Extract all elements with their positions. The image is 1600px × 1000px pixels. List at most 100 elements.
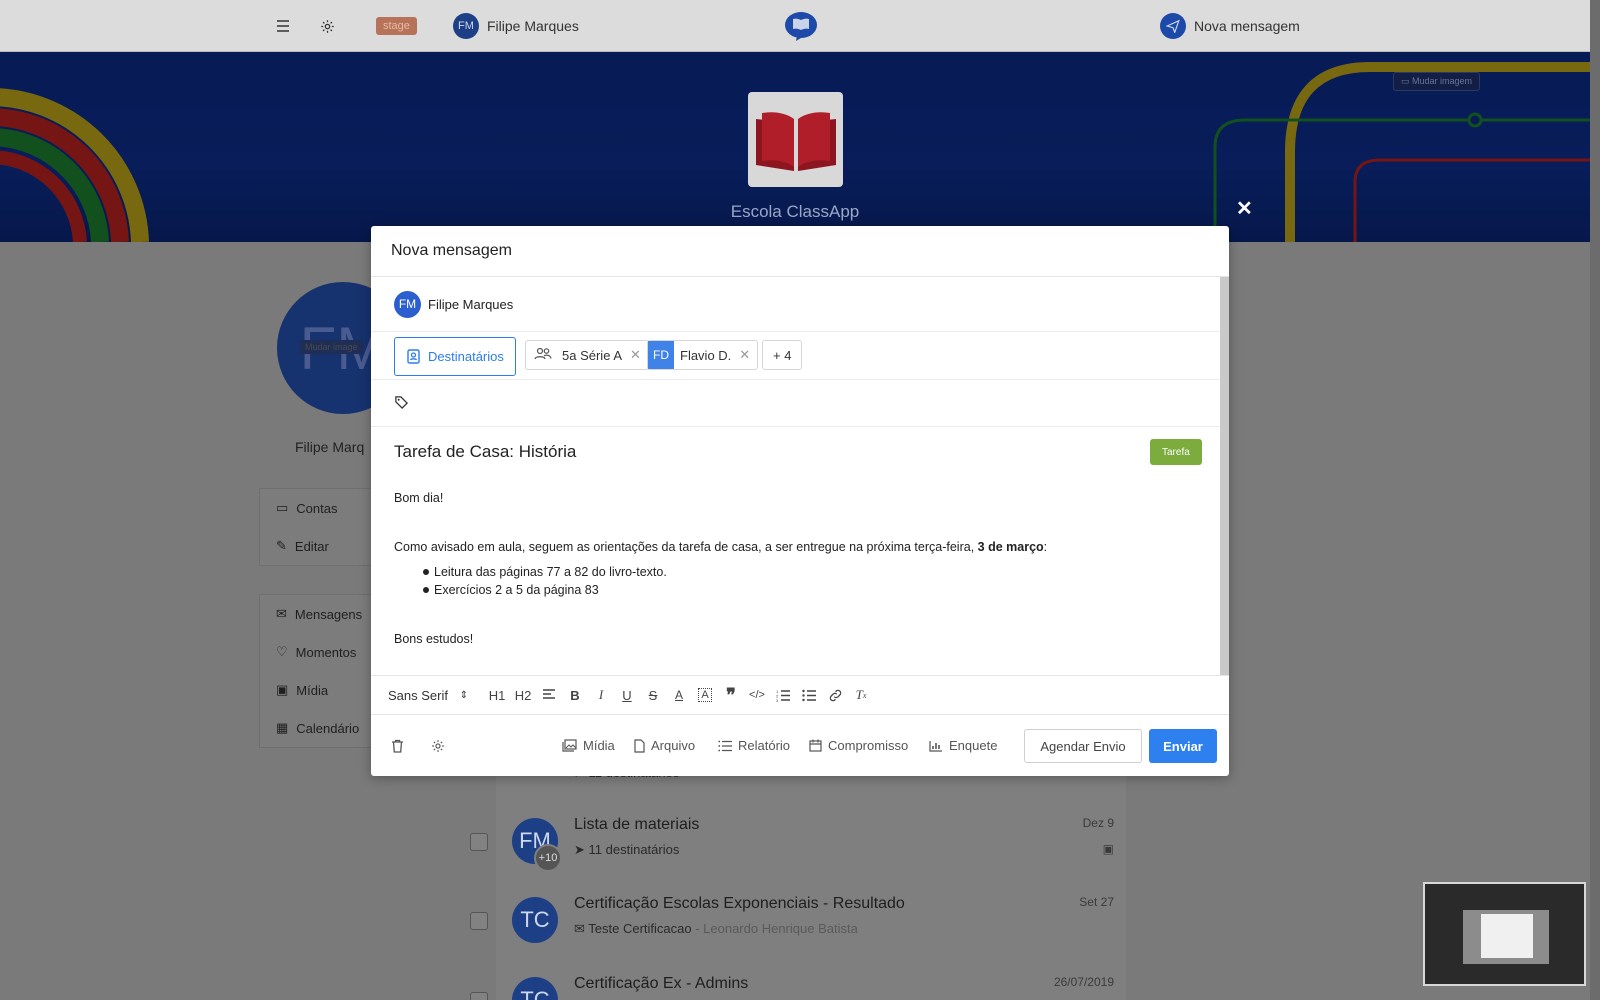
font-select[interactable]: Sans Serif ⇕ [388,688,474,703]
message-date: 26/07/2019 [1053,975,1114,989]
list-item[interactable]: TC Certificação Ex - Admins 26/07/2019 [470,960,1126,1000]
recipients-button-label: Destinatários [428,349,504,364]
file-icon [634,738,645,753]
add-commitment-button[interactable]: Compromisso [809,715,908,776]
menu-icon[interactable] [276,0,290,52]
sender-row[interactable]: FM Filipe Marques [371,277,1220,332]
book-icon [755,111,836,171]
message-checkbox[interactable] [470,912,488,930]
heading2-button[interactable]: H2 [510,682,536,708]
change-banner-image-label: Mudar imagem [1411,76,1472,86]
message-subject[interactable]: Tarefa de Casa: História [394,442,576,462]
new-message-top-button[interactable]: Nova mensagem [1160,0,1300,52]
more-recipients-chip[interactable]: + 4 [762,340,803,370]
text-color-icon[interactable]: A [666,682,692,708]
body-intro-text: Como avisado em aula, seguem as orientaç… [394,540,978,554]
add-poll-button[interactable]: Enquete [929,715,997,776]
recipient-avatar: FD [648,341,674,369]
message-checkbox[interactable] [470,833,488,851]
user-avatar: FM [453,13,479,39]
recipient-chip-person[interactable]: FD Flavio D. ✕ [647,340,759,370]
code-icon[interactable]: </> [744,682,770,708]
bar-chart-icon [929,740,942,752]
sidebar-item-label: Mensagens [294,606,363,622]
send-plane-icon [1160,13,1186,39]
editor-scrollbar[interactable] [1220,277,1229,675]
envelope-icon: ✉ [276,606,287,621]
message-sender: ✉ Teste Certificacao - Leonardo Henrique… [574,921,858,936]
background-color-icon[interactable]: A [692,682,718,708]
add-poll-label: Enquete [949,738,998,753]
remove-chip-icon[interactable]: ✕ [739,347,750,363]
heading1-label: H1 [488,687,506,703]
message-body[interactable]: Bom dia! Como avisado em aula, seguem as… [394,490,1194,647]
top-navbar: stage FM Filipe Marques Nova mensagem [0,0,1600,52]
list-item: Leitura das páginas 77 a 82 do livro-tex… [423,563,1194,581]
calendar-icon [809,739,822,752]
remove-chip-icon[interactable]: ✕ [630,347,641,363]
heading2-label: H2 [514,687,532,703]
current-user-menu[interactable]: FM Filipe Marques [453,0,579,52]
message-checkbox[interactable] [470,992,488,1000]
close-modal-icon[interactable]: ✕ [1236,196,1253,221]
clear-format-icon[interactable]: Tx [848,682,874,708]
message-settings-button[interactable] [431,715,445,776]
send-button[interactable]: Enviar [1149,729,1217,763]
settings-gear-icon[interactable] [320,0,335,52]
delete-button[interactable] [391,715,404,776]
blockquote-icon[interactable]: ❞ [718,682,744,708]
profile-name: Filipe Marq [295,439,365,455]
list-item: Exercícios 2 a 5 da página 83 [423,581,1194,599]
recipient-chip-group[interactable]: 5a Série A ✕ [525,340,649,370]
user-name: Filipe Marques [487,18,579,34]
new-message-modal: Nova mensagem FM Filipe Marques Destinat… [371,226,1229,776]
tags-row[interactable] [371,380,1220,427]
preview-modal [1481,914,1533,958]
screen-preview-thumbnail[interactable] [1423,882,1586,986]
add-file-button[interactable]: Arquivo [634,715,695,776]
italic-icon[interactable]: I [588,682,614,708]
sender-name: Filipe Marques [428,296,514,312]
environment-badge: stage [376,0,417,52]
image-icon: ▣ [1102,842,1114,856]
heart-icon: ♡ [276,644,288,659]
calendar-icon: ▦ [276,720,289,735]
extra-recipients-badge: +10 [534,844,562,872]
label-badge[interactable]: Tarefa [1150,439,1202,465]
message-group: Teste Certificacao [588,921,692,936]
add-media-button[interactable]: Mídia [562,715,615,776]
add-file-label: Arquivo [651,738,696,753]
message-editor: FM Filipe Marques Destinatários 5a Série… [371,277,1229,675]
modal-footer: Mídia Arquivo Relatório Compromisso Enqu… [371,715,1229,776]
sidebar-item-label: Contas [296,500,338,516]
list-item[interactable]: TC Certificação Escolas Exponenciais - R… [470,880,1126,960]
body-intro-bold: 3 de março [977,540,1044,554]
recipient-chip-label: Flavio D. [680,347,732,363]
message-date: Set 27 [1079,895,1114,909]
contact-book-icon [407,349,420,364]
add-report-button[interactable]: Relatório [718,715,790,776]
stage-badge-label: stage [376,17,417,35]
change-avatar-image-button[interactable]: Mudar image [300,340,363,354]
heading1-button[interactable]: H1 [484,682,510,708]
change-banner-image-button[interactable]: ▭ Mudar imagem [1392,72,1480,91]
schedule-send-button[interactable]: Agendar Envio [1024,729,1142,763]
page-scrollbar[interactable] [1590,0,1600,1000]
recipients-row: Destinatários 5a Série A ✕ FD Flavio D. … [371,332,1220,380]
message-avatar: TC [512,897,558,943]
link-icon[interactable] [822,682,848,708]
font-select-value: Sans Serif [388,687,448,703]
school-logo [748,92,843,187]
list-item[interactable]: FM +10 Lista de materiais ➤ 11 destinatá… [470,800,1126,880]
recipients-button[interactable]: Destinatários [394,337,516,376]
ordered-list-icon[interactable]: 123 [770,682,796,708]
align-icon[interactable] [536,682,562,708]
list-icon [718,740,732,751]
formatting-toolbar: Sans Serif ⇕ H1 H2 B I U S A A ❞ </> 123… [371,675,1229,715]
bold-icon[interactable]: B [562,682,588,708]
strikethrough-icon[interactable]: S [640,682,666,708]
bullet-list-icon[interactable] [796,682,822,708]
app-logo-icon[interactable] [784,0,818,52]
underline-icon[interactable]: U [614,682,640,708]
tag-icon[interactable] [394,395,409,410]
